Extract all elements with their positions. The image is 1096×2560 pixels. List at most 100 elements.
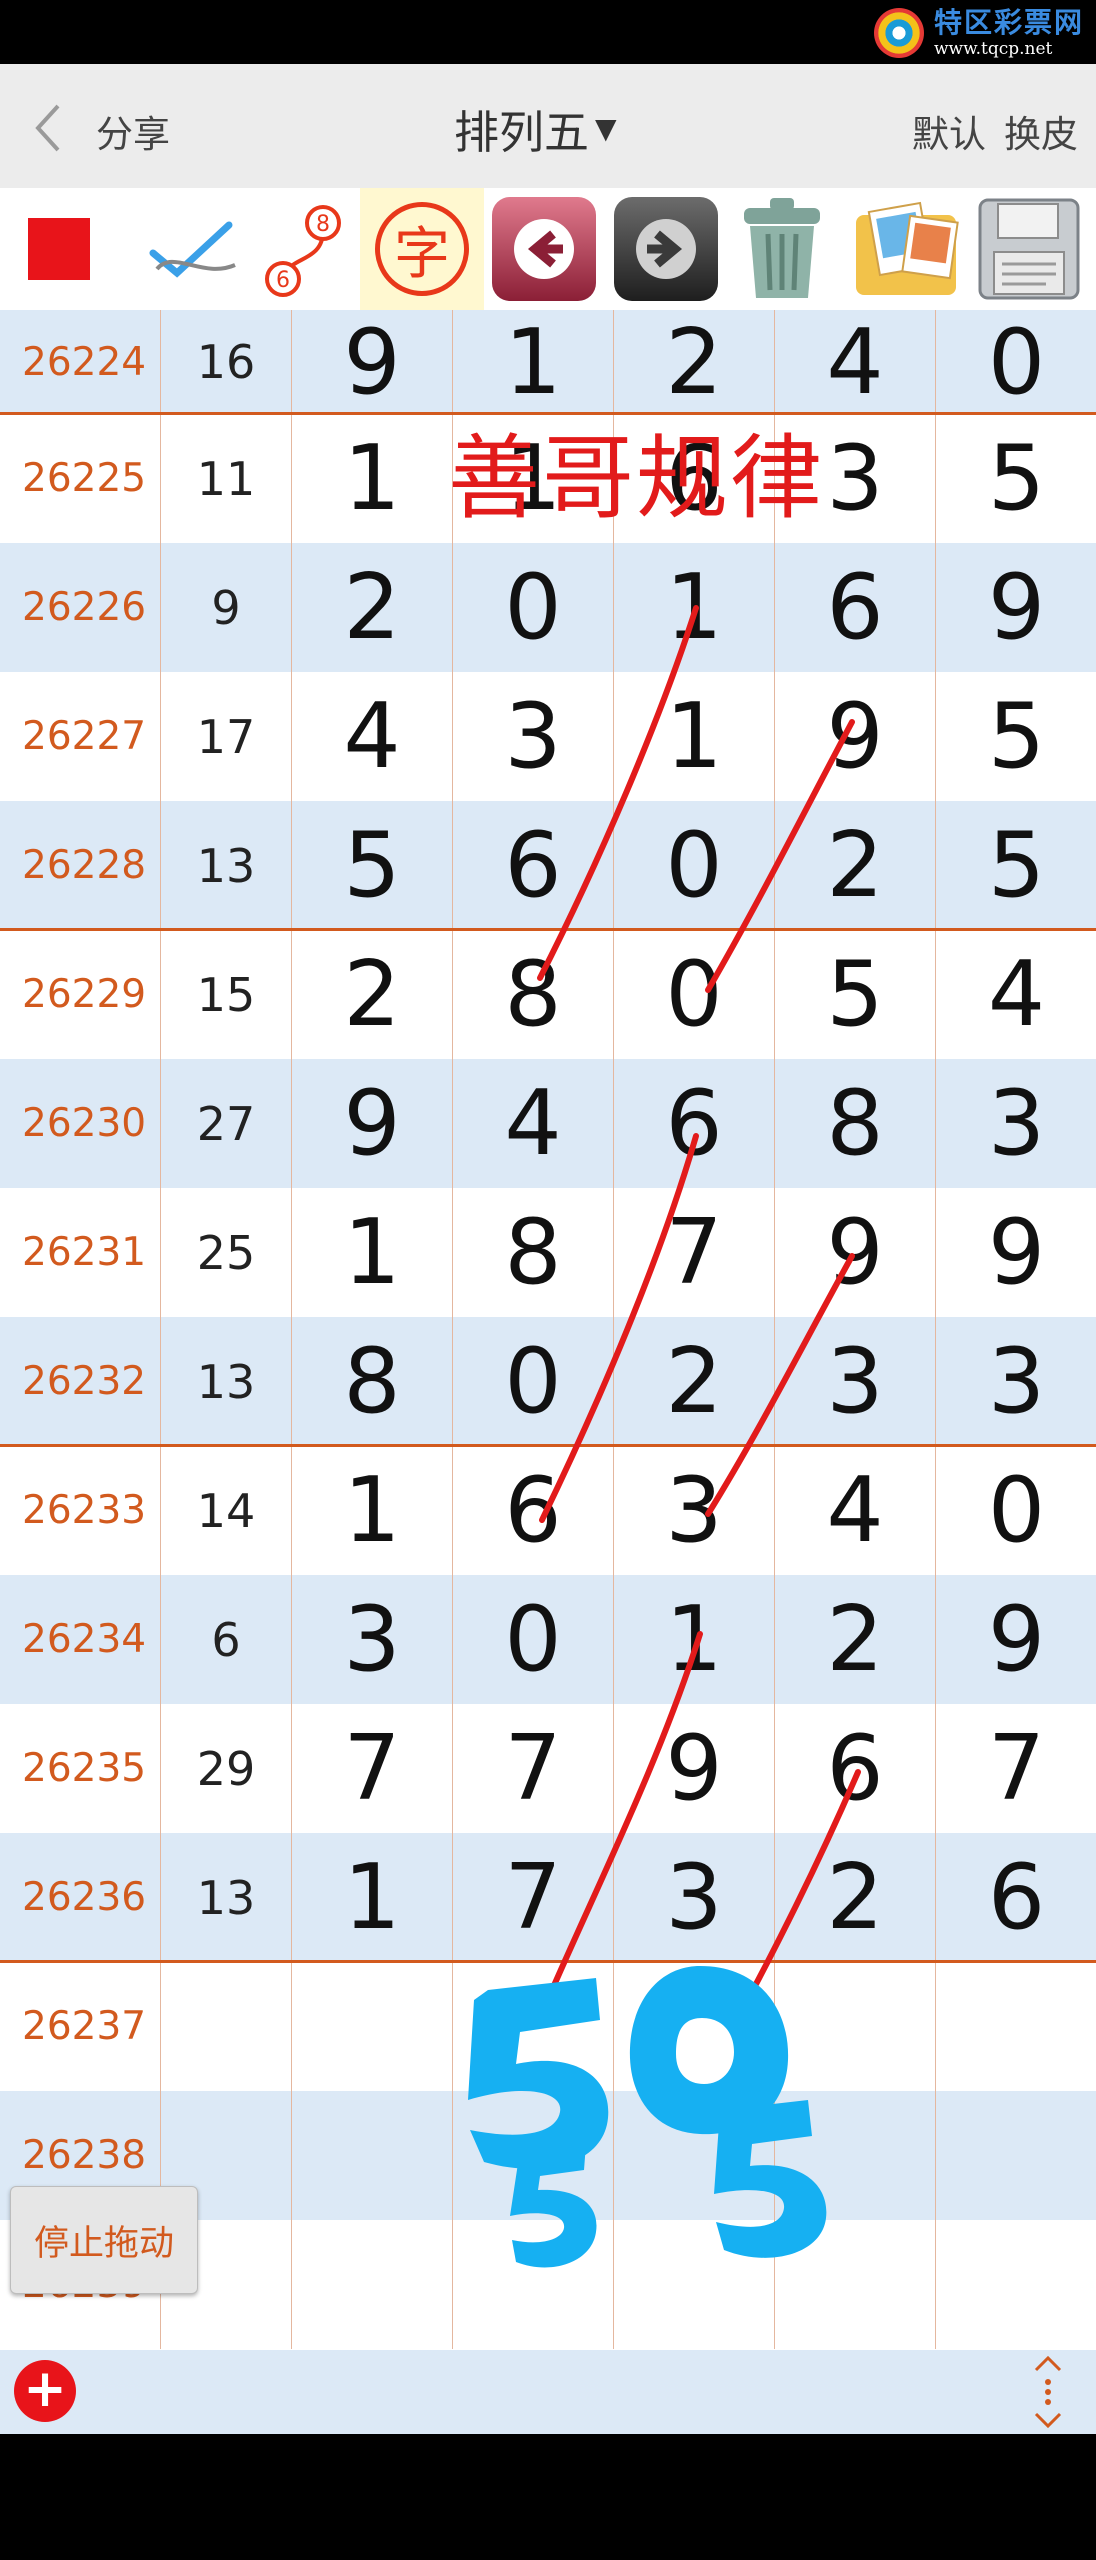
digit-cell[interactable] — [775, 2091, 936, 2220]
digit-cell[interactable]: 5 — [936, 414, 1096, 543]
digit-cell[interactable]: 3 — [614, 1446, 775, 1575]
digit-cell[interactable]: 8 — [453, 930, 614, 1059]
digit-cell[interactable]: 2 — [775, 1575, 936, 1704]
table-row: 26226 9 2 0 1 6 9 — [0, 543, 1096, 672]
digit-cell[interactable]: 6 — [775, 543, 936, 672]
character-tool[interactable]: 字 — [360, 188, 484, 310]
digit-cell[interactable]: 2 — [775, 1833, 936, 1962]
digit-cell[interactable]: 9 — [292, 1059, 453, 1188]
add-button[interactable]: + — [14, 2360, 76, 2422]
digit-cell[interactable]: 5 — [936, 672, 1096, 801]
digit-cell[interactable]: 1 — [292, 1188, 453, 1317]
digit-cell[interactable]: 4 — [936, 930, 1096, 1059]
digit-cell[interactable]: 7 — [453, 1833, 614, 1962]
digit-cell[interactable]: 1 — [614, 543, 775, 672]
digit-cell[interactable]: 1 — [453, 310, 614, 415]
sum-value: 9 — [161, 543, 292, 672]
resize-vertical-icon[interactable] — [1026, 2356, 1070, 2428]
top-nav: 分享 排列五 ▼ 默认 换皮 — [0, 64, 1096, 189]
digit-cell[interactable]: 3 — [292, 1575, 453, 1704]
digit-cell[interactable]: 5 — [936, 801, 1096, 930]
digit-cell[interactable]: 0 — [614, 801, 775, 930]
digit-cell[interactable] — [614, 2220, 775, 2349]
digit-cell[interactable]: 7 — [453, 1704, 614, 1833]
digit-cell[interactable]: 0 — [453, 543, 614, 672]
toolbar: 8 6 字 — [0, 188, 1096, 310]
digit-cell[interactable]: 8 — [292, 1317, 453, 1446]
digit-cell[interactable] — [936, 1962, 1096, 2091]
digit-cell[interactable] — [453, 2091, 614, 2220]
digit-cell[interactable]: 2 — [292, 930, 453, 1059]
digit-cell[interactable]: 7 — [614, 1188, 775, 1317]
digit-cell[interactable]: 6 — [453, 1446, 614, 1575]
digit-cell[interactable]: 9 — [775, 672, 936, 801]
pen-check-tool[interactable] — [138, 188, 248, 310]
digit-cell[interactable]: 5 — [292, 801, 453, 930]
digit-cell[interactable]: 0 — [453, 1317, 614, 1446]
digit-cell[interactable]: 2 — [614, 310, 775, 415]
digit-cell[interactable]: 8 — [775, 1059, 936, 1188]
digit-cell[interactable]: 8 — [453, 1188, 614, 1317]
digit-cell[interactable]: 3 — [936, 1059, 1096, 1188]
digit-cell[interactable]: 1 — [292, 1446, 453, 1575]
digit-cell[interactable] — [614, 1962, 775, 2091]
digit-cell[interactable]: 7 — [292, 1704, 453, 1833]
back-button[interactable] — [32, 100, 78, 156]
digit-cell[interactable]: 0 — [936, 310, 1096, 415]
digit-cell[interactable] — [453, 1962, 614, 2091]
lottery-title-dropdown[interactable]: 排列五 ▼ — [454, 96, 617, 161]
digit-cell[interactable]: 9 — [936, 1575, 1096, 1704]
share-button[interactable]: 分享 — [96, 104, 170, 158]
digit-cell[interactable]: 2 — [292, 543, 453, 672]
previous-button[interactable] — [492, 188, 596, 310]
plus-icon: + — [23, 2359, 67, 2419]
digit-cell[interactable]: 3 — [453, 672, 614, 801]
digit-cell[interactable]: 3 — [614, 1833, 775, 1962]
digit-cell[interactable]: 6 — [936, 1833, 1096, 1962]
digit-cell[interactable]: 9 — [775, 1188, 936, 1317]
digit-cell[interactable]: 3 — [775, 1317, 936, 1446]
digit-cell[interactable] — [936, 2220, 1096, 2349]
digit-cell[interactable]: 4 — [775, 1446, 936, 1575]
digit-cell[interactable]: 3 — [936, 1317, 1096, 1446]
digit-cell[interactable]: 1 — [292, 414, 453, 543]
stop-drag-button[interactable]: 停止拖动 — [10, 2186, 198, 2294]
digit-cell[interactable]: 1 — [292, 1833, 453, 1962]
digit-cell[interactable] — [614, 2091, 775, 2220]
default-button[interactable]: 默认 — [912, 104, 986, 158]
digit-cell[interactable] — [936, 2091, 1096, 2220]
digit-cell[interactable] — [453, 2220, 614, 2349]
digit-cell[interactable]: 9 — [936, 1188, 1096, 1317]
digit-cell[interactable]: 5 — [775, 930, 936, 1059]
sum-value: 13 — [161, 801, 292, 930]
digit-cell[interactable]: 9 — [936, 543, 1096, 672]
digit-cell[interactable]: 7 — [936, 1704, 1096, 1833]
red-square-tool[interactable] — [26, 188, 92, 310]
digit-cell[interactable] — [775, 2220, 936, 2349]
digit-cell[interactable]: 6 — [614, 1059, 775, 1188]
digit-cell[interactable]: 1 — [614, 1575, 775, 1704]
digit-cell[interactable]: 1 — [614, 672, 775, 801]
digit-cell[interactable]: 2 — [775, 801, 936, 930]
digit-cell[interactable] — [775, 1962, 936, 2091]
digit-cell[interactable]: 6 — [453, 801, 614, 930]
skin-button[interactable]: 换皮 — [1004, 104, 1078, 158]
digit-cell[interactable]: 0 — [936, 1446, 1096, 1575]
number-link-tool[interactable]: 8 6 — [258, 188, 348, 310]
digit-cell[interactable] — [292, 1962, 453, 2091]
trash-button[interactable] — [726, 188, 838, 310]
digit-cell[interactable]: 0 — [453, 1575, 614, 1704]
digit-cell[interactable]: 6 — [775, 1704, 936, 1833]
digit-cell[interactable] — [292, 2091, 453, 2220]
digit-cell[interactable]: 0 — [614, 930, 775, 1059]
digit-cell[interactable]: 4 — [453, 1059, 614, 1188]
digit-cell[interactable]: 9 — [614, 1704, 775, 1833]
save-button[interactable] — [972, 188, 1086, 310]
digit-cell[interactable]: 4 — [292, 672, 453, 801]
digit-cell[interactable] — [292, 2220, 453, 2349]
next-button[interactable] — [614, 188, 718, 310]
digit-cell[interactable]: 9 — [292, 310, 453, 415]
digit-cell[interactable]: 4 — [775, 310, 936, 415]
photo-button[interactable] — [846, 188, 966, 310]
digit-cell[interactable]: 2 — [614, 1317, 775, 1446]
